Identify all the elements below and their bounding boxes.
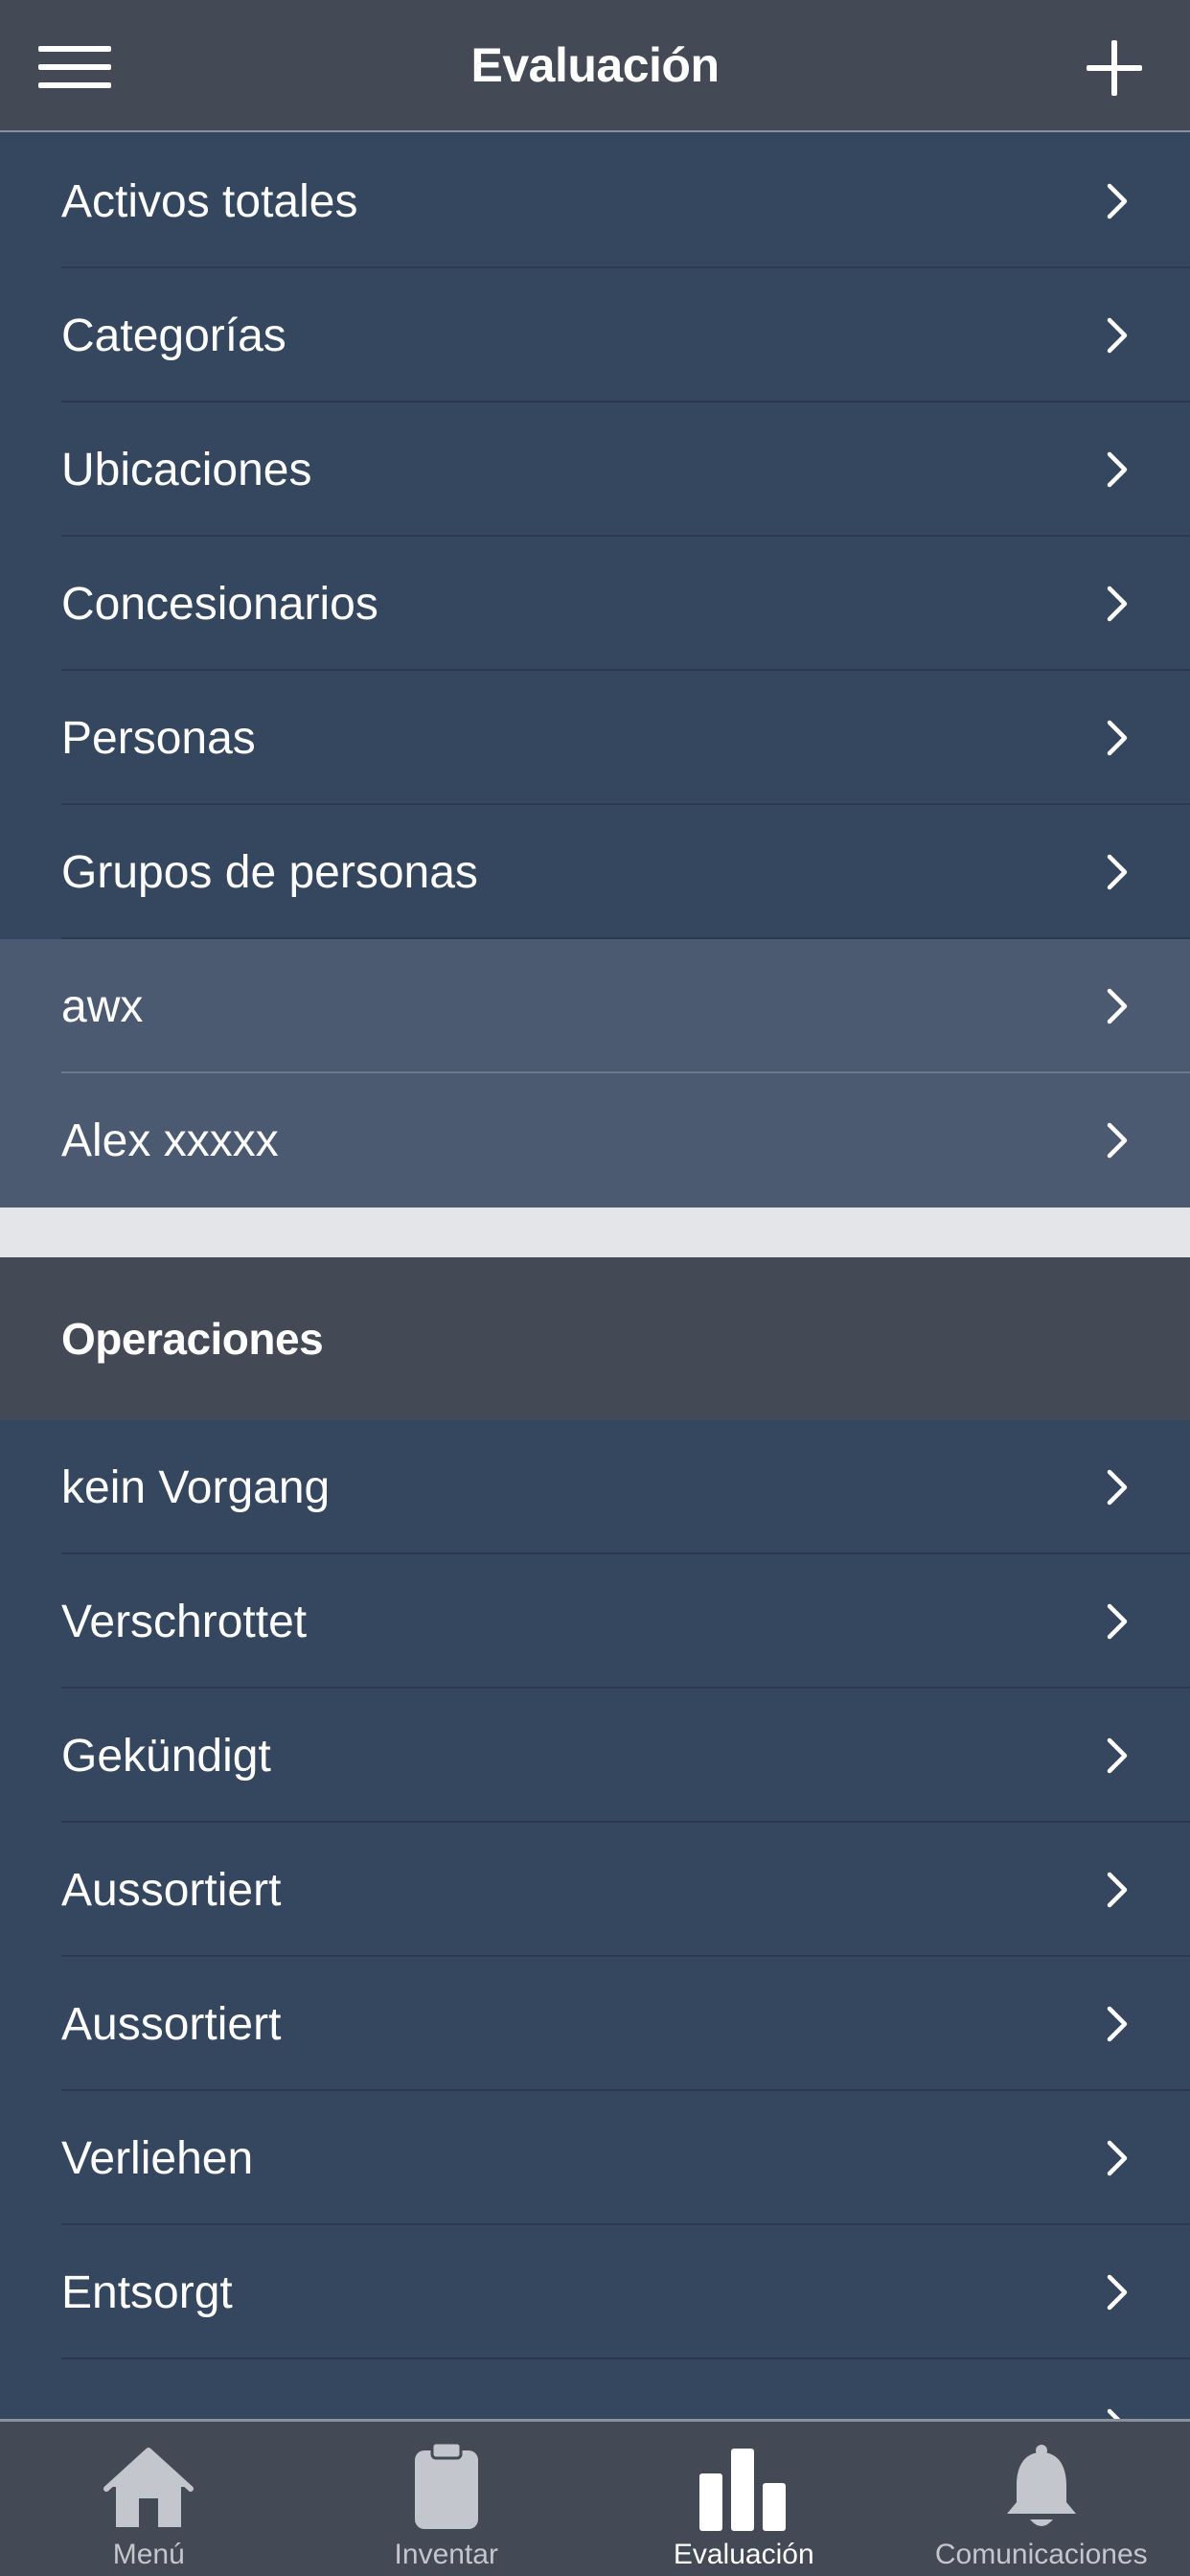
chevron-right-icon (1098, 182, 1136, 220)
list-item-label: Concesionarios (61, 578, 378, 630)
tab-label: Evaluación (673, 2539, 814, 2570)
list-item-label: Aussortiert (61, 1864, 282, 1916)
tab-comunicaciones[interactable]: Comunicaciones (893, 2422, 1190, 2576)
hamburger-menu-icon[interactable] (38, 46, 111, 88)
list-item-grupos-de-personas[interactable]: Grupos de personas (0, 805, 1190, 939)
list-item-label: Aussortiert (61, 1998, 282, 2050)
list-item-label: Activos totales (61, 175, 358, 227)
section-header-operaciones: Operaciones (0, 1257, 1190, 1420)
tab-label: Inventar (394, 2539, 498, 2570)
chevron-right-icon (1098, 2273, 1136, 2312)
list-item-aussortiert-2[interactable]: Aussortiert (0, 1957, 1190, 2091)
list-item-label: kein Vorgang (61, 1461, 331, 1513)
chevron-right-icon (1098, 2139, 1136, 2177)
list-item-label: Entsorgt (61, 2266, 233, 2318)
tab-label: Menú (112, 2539, 185, 2570)
tab-evaluacion[interactable]: Evaluación (595, 2422, 893, 2576)
list-item-label: Personas (61, 712, 256, 764)
list-item-awx[interactable]: awx (0, 939, 1190, 1073)
section-title: Operaciones (61, 1314, 324, 1364)
list-item-personas[interactable]: Personas (0, 671, 1190, 805)
list-item-label: Ubicaciones (61, 444, 312, 495)
bar-chart-icon (696, 2439, 791, 2531)
list-item-verschrottet[interactable]: Verschrottet (0, 1554, 1190, 1689)
bottom-tab-bar: Menú Inventar Evaluación Comunicaciones (0, 2419, 1190, 2576)
top-app-bar: Evaluación (0, 0, 1190, 132)
tab-label: Comunicaciones (934, 2539, 1148, 2570)
chevron-right-icon (1098, 1468, 1136, 1506)
chevron-right-icon (1098, 1736, 1136, 1775)
list-item-kein-vorgang[interactable]: kein Vorgang (0, 1420, 1190, 1554)
list-item-label: Gekündigt (61, 1730, 271, 1782)
list-item-label: Verschrottet (61, 1596, 308, 1647)
list-item-verliehen[interactable]: Verliehen (0, 2091, 1190, 2225)
list-item-concesionarios[interactable]: Concesionarios (0, 537, 1190, 671)
clipboard-icon (399, 2439, 494, 2531)
chevron-right-icon (1098, 719, 1136, 757)
chevron-right-icon (1098, 2005, 1136, 2043)
chevron-right-icon (1098, 1602, 1136, 1641)
list-item-label: Categorías (61, 310, 286, 361)
list-item-label: Alex xxxxx (61, 1115, 279, 1166)
chevron-right-icon (1098, 450, 1136, 489)
list-item-activos-totales[interactable]: Activos totales (0, 134, 1190, 268)
list-item-gekuendigt[interactable]: Gekündigt (0, 1689, 1190, 1823)
page-title: Evaluación (470, 38, 721, 92)
bell-icon (994, 2439, 1089, 2531)
list-item-label: awx (61, 980, 144, 1032)
chevron-right-icon (1098, 853, 1136, 891)
list-item-alex[interactable]: Alex xxxxx (0, 1073, 1190, 1208)
list-item-entsorgt[interactable]: Entsorgt (0, 2225, 1190, 2359)
chevron-right-icon (1098, 1121, 1136, 1160)
tab-menu[interactable]: Menú (0, 2422, 298, 2576)
list-item-ubicaciones[interactable]: Ubicaciones (0, 402, 1190, 537)
chevron-right-icon (1098, 585, 1136, 623)
list-item-label: Grupos de personas (61, 846, 478, 898)
operations-list: kein Vorgang Verschrottet Gekündigt Auss… (0, 1420, 1190, 2494)
chevron-right-icon (1098, 316, 1136, 355)
evaluation-category-list: Activos totales Categorías Ubicaciones C… (0, 134, 1190, 1208)
list-item-aussortiert[interactable]: Aussortiert (0, 1823, 1190, 1957)
app-screen: Evaluación Activos totales Categorías Ub… (0, 0, 1190, 2576)
section-separator (0, 1208, 1190, 1257)
tab-inventar[interactable]: Inventar (298, 2422, 596, 2576)
add-plus-icon[interactable] (1087, 40, 1142, 96)
list-item-categorias[interactable]: Categorías (0, 268, 1190, 402)
home-icon (101, 2439, 196, 2531)
chevron-right-icon (1098, 987, 1136, 1025)
chevron-right-icon (1098, 1871, 1136, 1909)
list-item-label: Verliehen (61, 2132, 254, 2184)
